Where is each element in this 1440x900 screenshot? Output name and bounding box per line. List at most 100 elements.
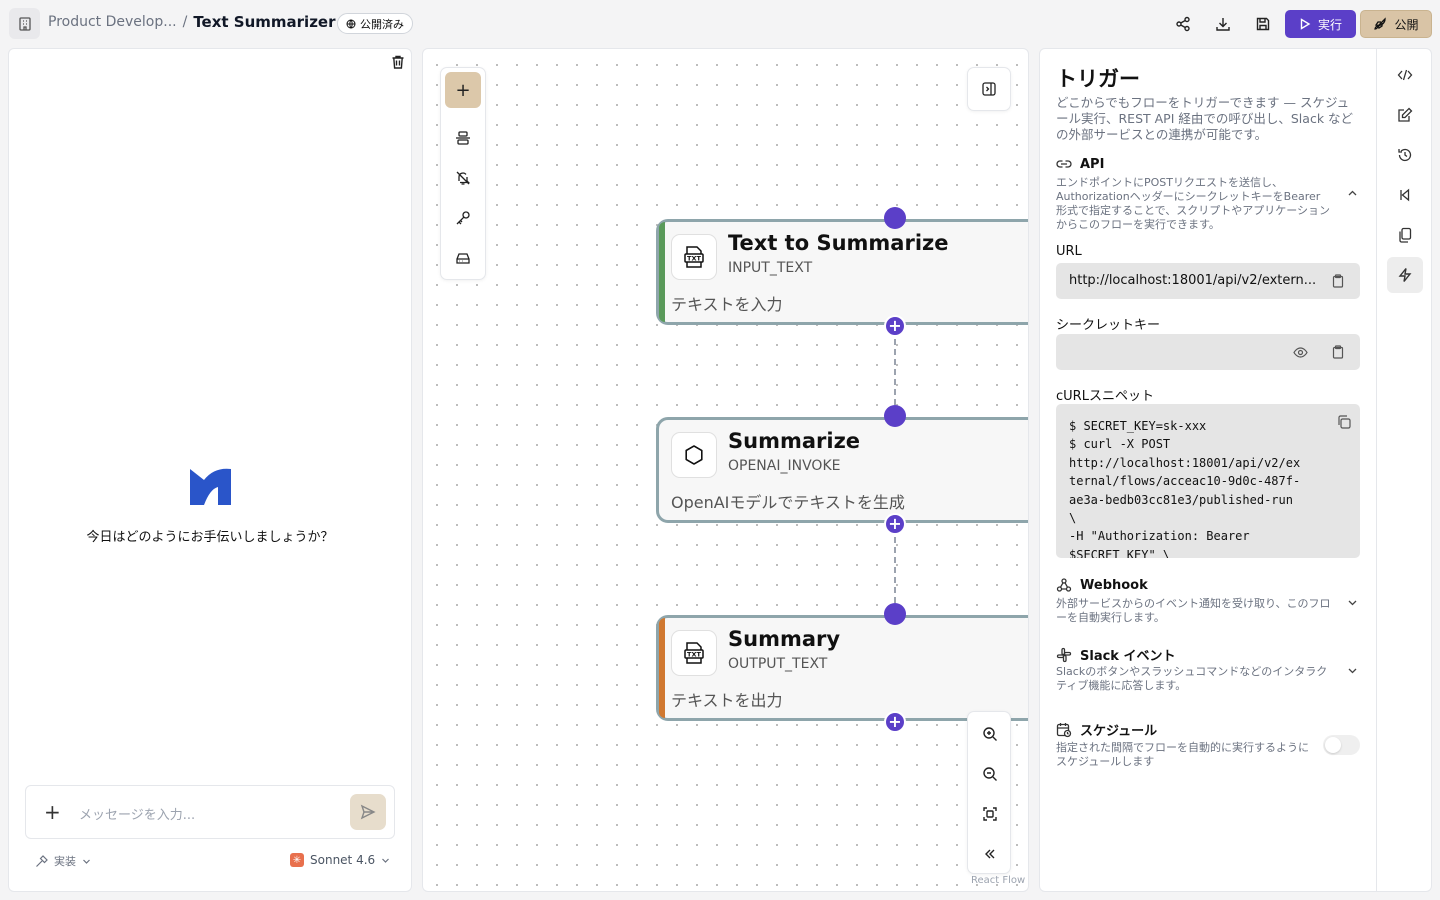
panel-description: どこからでもフローをトリガーできます — スケジュール実行、REST API 経… [1056,95,1354,142]
model-selector-label: Sonnet 4.6 [310,853,376,867]
schedule-section-label: スケジュール [1080,724,1158,739]
breadcrumb-flow-name[interactable]: Text Summarizer [193,13,335,31]
hammer-icon [36,854,48,867]
chevron-down-icon[interactable] [1347,665,1358,676]
panel-title: トリガー [1056,67,1140,91]
curl-snippet[interactable]: $ SECRET_KEY=sk-xxx $ curl -X POST http:… [1069,417,1300,558]
breadcrumb-separator: / [182,14,188,30]
node-stripe [659,618,665,718]
curl-snippet-box[interactable]: $ SECRET_KEY=sk-xxx $ curl -X POST http:… [1056,404,1360,558]
step-back-icon[interactable] [1387,177,1423,213]
node-output-handle[interactable]: + [884,315,906,337]
node-input-handle[interactable] [884,207,906,229]
schedule-toggle[interactable] [1323,735,1360,755]
publish-button[interactable]: 公開 [1360,10,1432,38]
schedule-section-header[interactable]: スケジュール [1056,720,1157,739]
eye-icon[interactable] [1292,344,1308,360]
edge-connector[interactable] [894,339,896,405]
slack-icon [1056,647,1072,662]
node-description: テキストを出力 [671,691,783,710]
slack-section-header[interactable]: Slack イベント [1056,645,1175,664]
top-header: Product Develop... / Text Summarizer 公開済… [0,0,1440,48]
chat-greeting: 今日はどのようにお手伝いしましょうか？ [86,530,334,545]
slack-section-label: Slack イベント [1080,649,1176,664]
url-field[interactable]: http://localhost:18001/api/v2/extern... [1056,263,1360,299]
secret-key-field[interactable] [1056,334,1360,370]
svg-text:TXT: TXT [687,651,701,659]
node-output-handle[interactable]: + [884,711,906,733]
status-badge[interactable]: 公開済み [337,13,413,34]
history-icon[interactable] [1387,137,1423,173]
attach-plus-icon[interactable]: + [44,800,61,824]
secret-key-label: シークレットキー [1056,318,1161,333]
flow-node[interactable]: TXT Summary OUTPUT_TEXT テキストを出力 [656,615,1028,721]
api-section-header[interactable]: API [1056,156,1104,172]
download-icon[interactable] [1211,12,1235,36]
key-icon[interactable] [451,206,475,230]
add-node-button[interactable]: + [445,72,481,108]
canvas-toolbar: + [440,67,486,280]
collapse-icon[interactable] [978,842,1002,866]
trash-icon[interactable] [390,54,406,70]
code-icon[interactable] [1387,57,1423,93]
bell-off-icon[interactable] [451,166,475,190]
model-selector[interactable]: ✳ Sonnet 4.6 [290,853,390,867]
fit-view-icon[interactable] [978,802,1002,826]
claude-icon: ✳ [290,853,304,867]
node-title: Summary [728,627,841,651]
save-icon[interactable] [1251,12,1275,36]
run-button[interactable]: 実行 [1285,10,1356,38]
node-description: OpenAIモデルでテキストを生成 [671,493,905,512]
node-description: テキストを入力 [671,295,783,314]
flow-node[interactable]: Summarize OPENAI_INVOKE OpenAIモデルでテキストを生… [656,417,1028,523]
building-icon[interactable] [9,8,40,39]
svg-text:TXT: TXT [687,255,701,263]
assistant-logo [190,467,232,507]
node-input-handle[interactable] [884,603,906,625]
zoom-controls [967,711,1011,874]
clipboard-icon[interactable] [1330,273,1346,289]
node-type: OUTPUT_TEXT [728,656,828,672]
react-flow-attribution[interactable]: React Flow [971,875,1025,886]
share-icon[interactable] [1171,12,1195,36]
send-icon [360,804,376,820]
flow-canvas[interactable]: + TXT Text to Summarize INPUT_TEXT テキストを… [422,48,1029,892]
txt-file-icon: TXT [671,234,717,280]
zoom-in-icon[interactable] [978,722,1002,746]
edit-note-icon[interactable] [1387,97,1423,133]
chevron-down-icon [382,858,390,863]
run-button-label: 実行 [1317,17,1342,32]
chat-input-placeholder[interactable]: メッセージを入力... [79,804,195,823]
align-icon[interactable] [451,126,475,150]
node-output-handle[interactable]: + [884,513,906,535]
edge-connector[interactable] [894,537,896,603]
zoom-out-icon[interactable] [978,762,1002,786]
rocket-icon [1374,17,1387,30]
lightning-icon[interactable] [1387,257,1423,293]
chevron-up-icon[interactable] [1347,188,1358,199]
chevron-down-icon [83,859,90,864]
flow-node[interactable]: TXT Text to Summarize INPUT_TEXT テキストを入力 [656,219,1028,325]
webhook-section-header[interactable]: Webhook [1056,577,1148,593]
webhook-section-label: Webhook [1080,577,1148,593]
curl-label: cURLスニペット [1056,389,1154,404]
api-section-description: エンドポイントにPOSTリクエストを送信し、Authorizationヘッダーに… [1056,176,1331,231]
clipboard-icon[interactable] [1330,344,1346,360]
toggle-knob [1325,737,1341,753]
chat-input-box[interactable]: + メッセージを入力... [25,785,395,839]
panel-toggle-icon[interactable] [967,67,1011,111]
mode-selector[interactable]: 実装 [35,853,91,869]
trigger-panel: トリガー どこからでもフローをトリガーできます — スケジュール実行、REST … [1039,48,1432,892]
status-badge-label: 公開済み [360,17,404,31]
node-input-handle[interactable] [884,405,906,427]
mode-selector-label: 実装 [54,855,76,868]
chat-panel: 今日はどのようにお手伝いしましょうか？ + メッセージを入力... 実装 ✳ S… [8,48,412,892]
send-button[interactable] [350,794,386,830]
chevron-down-icon[interactable] [1347,597,1358,608]
url-value[interactable]: http://localhost:18001/api/v2/extern... [1069,273,1317,288]
breadcrumb-project[interactable]: Product Develop... [48,14,177,30]
copy-icon[interactable] [1336,414,1352,430]
storage-icon[interactable] [451,246,475,270]
node-type: OPENAI_INVOKE [728,458,841,474]
copy-pages-icon[interactable] [1387,217,1423,253]
